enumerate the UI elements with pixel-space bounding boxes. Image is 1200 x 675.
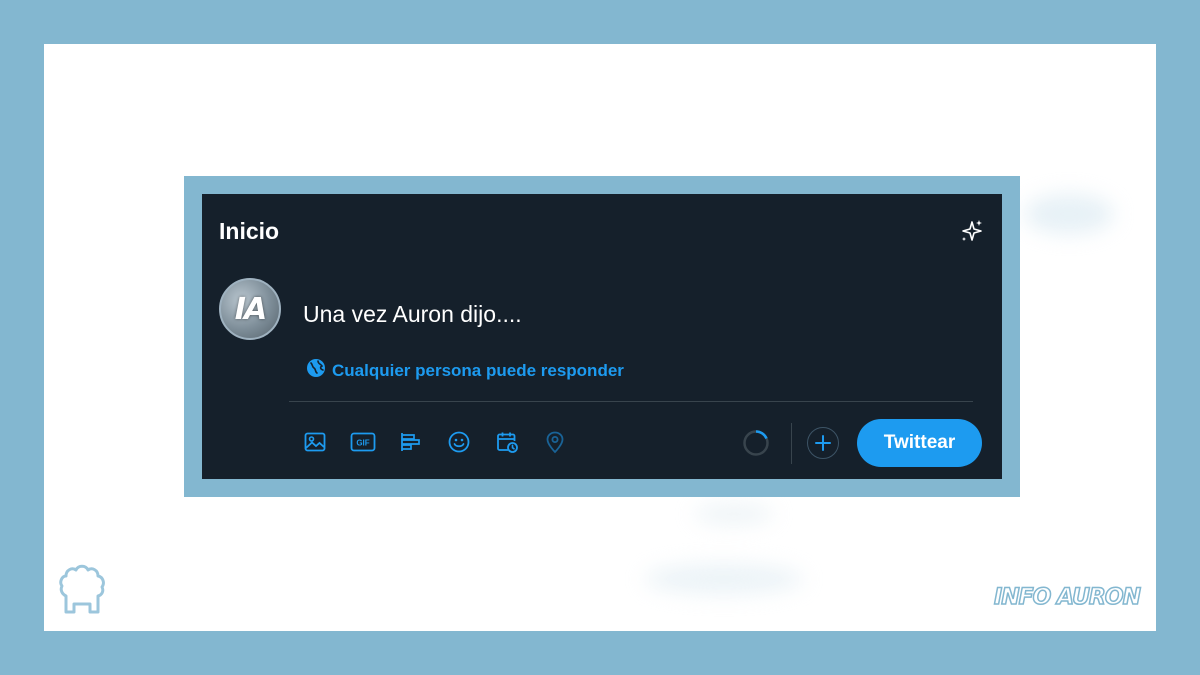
- tweet-button[interactable]: Twittear: [857, 419, 982, 467]
- sparkle-icon[interactable]: [959, 218, 985, 244]
- poll-icon[interactable]: [398, 429, 424, 455]
- reply-setting-button[interactable]: Cualquier persona puede responder: [306, 358, 624, 383]
- page-title: Inicio: [219, 218, 280, 244]
- background-smudge: [644, 564, 804, 594]
- background-smudge: [1024, 194, 1114, 234]
- avatar-initials: IA: [234, 291, 267, 327]
- tweet-compose-input[interactable]: [303, 301, 943, 328]
- image-icon[interactable]: [302, 429, 328, 455]
- reply-setting-label: Cualquier persona puede responder: [332, 360, 624, 380]
- gif-label: GIF: [356, 439, 369, 448]
- avatar[interactable]: IA: [219, 278, 281, 340]
- add-tweet-button[interactable]: [807, 427, 839, 459]
- mascot-logo: [56, 562, 108, 616]
- background-smudge: [694, 504, 774, 524]
- emoji-icon[interactable]: [446, 429, 472, 455]
- compose-toolbar: GIF: [302, 429, 568, 455]
- schedule-icon[interactable]: [494, 429, 520, 455]
- divider: [289, 401, 973, 402]
- screenshot-frame: Inicio IA Cualquier p: [184, 176, 1020, 497]
- plus-icon: [815, 435, 831, 451]
- toolbar-divider: [791, 423, 792, 464]
- character-count-ring: [742, 429, 770, 457]
- brand-logo: INFO AURON: [993, 584, 1141, 611]
- gif-icon[interactable]: GIF: [350, 429, 376, 455]
- globe-icon: [306, 358, 326, 383]
- card-background: Inicio IA Cualquier p: [44, 44, 1156, 631]
- location-icon[interactable]: [542, 429, 568, 455]
- compose-panel: Inicio IA Cualquier p: [202, 194, 1002, 479]
